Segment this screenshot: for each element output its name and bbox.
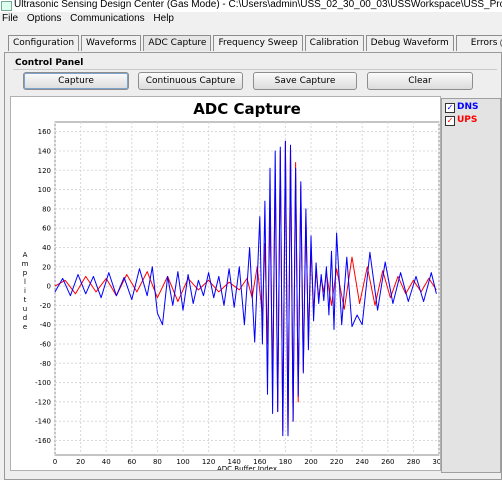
y-tick-label: -100 xyxy=(35,379,51,387)
y-tick-label: 80 xyxy=(42,205,51,213)
legend-panel: ✓ DNS ✓ UPS xyxy=(441,98,501,473)
clear-button[interactable]: Clear xyxy=(367,72,473,90)
adc-capture-panel: Control Panel Capture Continuous Capture… xyxy=(4,52,502,480)
x-tick-label: 180 xyxy=(279,458,292,466)
tab-calibration[interactable]: Calibration xyxy=(304,35,364,51)
y-tick-label: -120 xyxy=(35,398,51,406)
x-axis-label: ADC Buffer Index xyxy=(217,465,277,470)
y-tick-label: -60 xyxy=(40,341,51,349)
tab-label: Waveforms xyxy=(86,38,137,48)
legend-ups-label: UPS xyxy=(457,115,478,125)
y-tick-label: 0 xyxy=(47,283,51,291)
dns-checkbox[interactable]: ✓ xyxy=(445,103,455,113)
control-panel-title: Control Panel xyxy=(15,58,84,68)
menu-file[interactable]: File xyxy=(2,13,18,24)
tab-bar: Configuration Waveforms ADC Capture Freq… xyxy=(8,35,502,52)
adc-chart: ADC Capture 0 20 40 60 80 100 120 140 160 180 200 22… xyxy=(10,96,446,473)
x-tick-label: 300 xyxy=(432,458,440,466)
x-tick-label: 260 xyxy=(381,458,394,466)
tab-debug-waveform[interactable]: Debug Waveform xyxy=(365,35,454,51)
y-tick-label: 20 xyxy=(42,263,51,271)
chart-title: ADC Capture xyxy=(193,100,301,118)
tab-label: Errors xyxy=(470,38,498,48)
legend-dns-label: DNS xyxy=(457,102,479,112)
tab-label: Frequency Sweep xyxy=(218,38,298,48)
tab-waveforms[interactable]: Waveforms xyxy=(81,35,142,51)
menu-help[interactable]: Help xyxy=(153,13,174,24)
divider xyxy=(13,69,497,70)
app-icon xyxy=(1,1,12,11)
tab-label: Configuration xyxy=(13,38,75,48)
x-tick-label: 280 xyxy=(407,458,420,466)
x-tick-label: 120 xyxy=(202,458,215,466)
tab-label: Debug Waveform xyxy=(370,38,449,48)
tab-errors[interactable]: Errors✕ xyxy=(455,35,502,51)
y-tick-label: 100 xyxy=(38,186,51,194)
y-tick-label: 140 xyxy=(38,147,51,155)
y-axis-label: Amplitude xyxy=(22,251,29,331)
window-title: Ultrasonic Sensing Design Center (Gas Mo… xyxy=(14,0,502,10)
menu-bar: File Options Communications Help xyxy=(0,12,502,27)
x-tick-label: 100 xyxy=(176,458,189,466)
tab-adc-capture[interactable]: ADC Capture xyxy=(143,35,212,51)
y-tick-label: -140 xyxy=(35,418,51,426)
tab-label: ADC Capture xyxy=(148,38,207,48)
x-tick-label: 40 xyxy=(102,458,111,466)
menu-options[interactable]: Options xyxy=(27,13,61,24)
x-tick-label: 60 xyxy=(127,458,136,466)
y-tick-label: 160 xyxy=(38,128,51,136)
y-tick-label: -40 xyxy=(40,321,51,329)
x-tick-label: 20 xyxy=(76,458,85,466)
save-capture-button[interactable]: Save Capture xyxy=(253,72,357,90)
tab-frequency-sweep[interactable]: Frequency Sweep xyxy=(213,35,303,51)
ups-checkbox[interactable]: ✓ xyxy=(445,116,455,126)
x-tick-label: 240 xyxy=(356,458,369,466)
y-tick-label: 60 xyxy=(42,225,51,233)
tab-label: Calibration xyxy=(309,38,359,48)
x-tick-label: 220 xyxy=(330,458,343,466)
y-tick-label: 40 xyxy=(42,244,51,252)
x-tick-label: 200 xyxy=(304,458,317,466)
y-tick-label: 120 xyxy=(38,167,51,175)
legend-dns[interactable]: ✓ DNS xyxy=(445,102,479,113)
capture-button[interactable]: Capture xyxy=(23,72,129,90)
menu-communications[interactable]: Communications xyxy=(70,13,144,24)
title-bar: Ultrasonic Sensing Design Center (Gas Mo… xyxy=(0,0,502,12)
y-tick-label: -20 xyxy=(40,302,51,310)
y-tick-label: -80 xyxy=(40,360,51,368)
x-tick-label: 0 xyxy=(53,458,57,466)
tab-configuration[interactable]: Configuration xyxy=(8,35,80,51)
continuous-capture-button[interactable]: Continuous Capture xyxy=(138,72,243,90)
legend-ups[interactable]: ✓ UPS xyxy=(445,115,477,126)
x-tick-label: 80 xyxy=(153,458,162,466)
y-tick-label: -160 xyxy=(35,437,51,445)
chart-svg: ADC Capture0 20 40 60 80 100 120 140 160 180 200 22… xyxy=(22,100,446,473)
